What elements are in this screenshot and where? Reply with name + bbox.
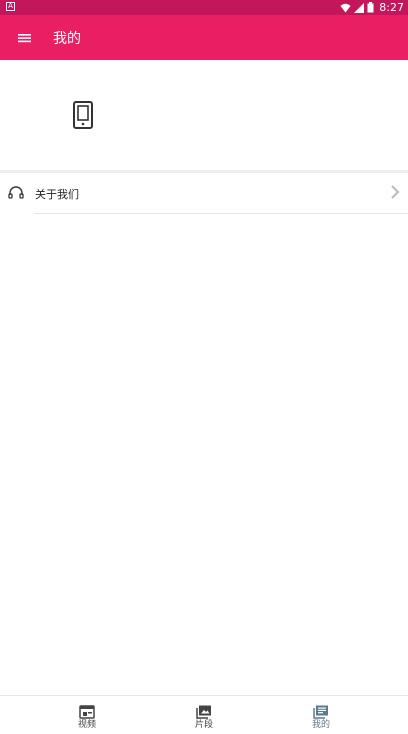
tab-clips[interactable]: 片段 [174, 696, 234, 734]
video-feed-icon [79, 705, 95, 719]
library-books-icon [313, 705, 328, 719]
status-time: 8:27 [379, 1, 404, 14]
photo-library-icon [196, 705, 211, 719]
notification-badge: A [6, 2, 15, 11]
chevron-right-icon [391, 185, 400, 199]
row-divider [34, 213, 408, 214]
app-bar: 我的 [0, 15, 408, 60]
tab-mine[interactable]: 我的 [291, 696, 351, 734]
headset-icon [8, 186, 24, 199]
smartphone-icon[interactable] [72, 100, 94, 130]
menu-item-label: 关于我们 [35, 188, 79, 201]
tab-video[interactable]: 视频 [57, 696, 117, 734]
cellular-signal-icon [354, 2, 365, 13]
page-title: 我的 [53, 31, 81, 47]
profile-header [0, 60, 408, 170]
battery-icon [367, 2, 374, 13]
tab-label-video: 视频 [77, 720, 96, 730]
menu-item-about-us[interactable]: 关于我们 [0, 173, 408, 213]
bottom-navigation: 视频 片段 我的 [0, 695, 408, 733]
hamburger-menu-icon[interactable] [12, 25, 38, 51]
status-bar: A 8:27 [0, 0, 408, 15]
wifi-icon [340, 3, 351, 12]
tab-label-clips: 片段 [194, 720, 213, 730]
tab-label-mine: 我的 [311, 720, 330, 730]
status-icons: 8:27 [340, 0, 404, 15]
